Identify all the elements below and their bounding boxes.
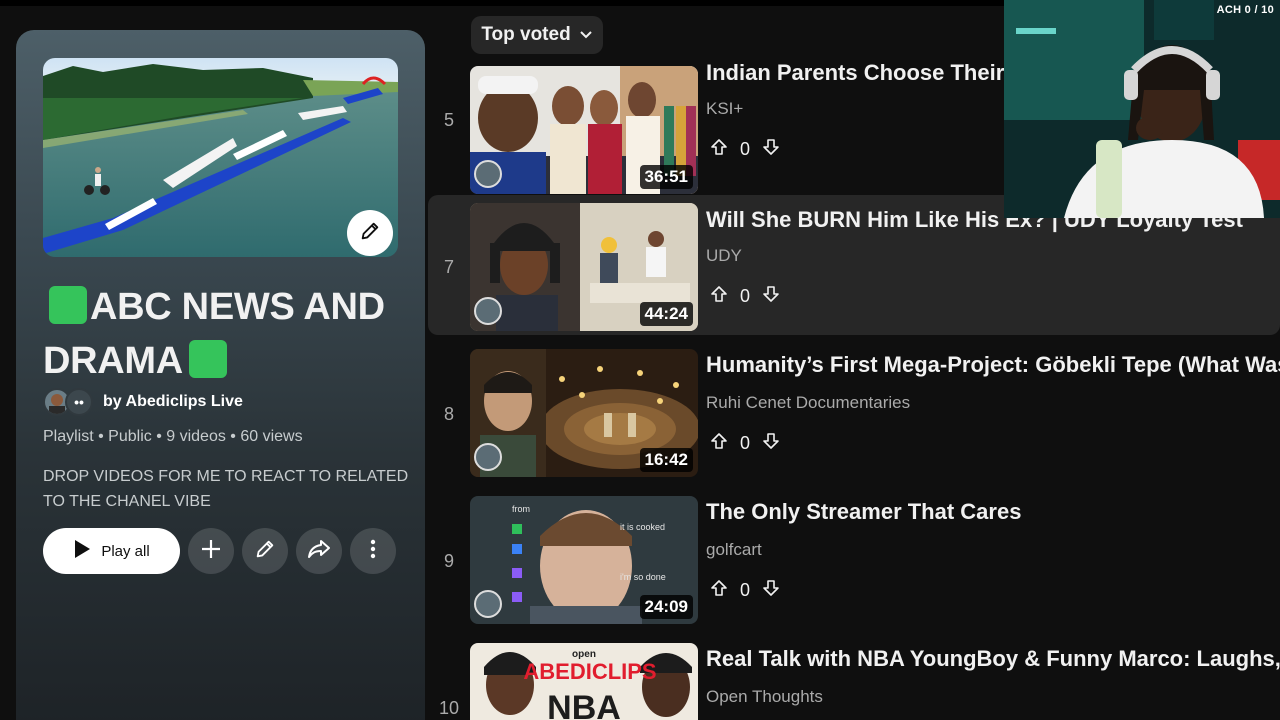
thumb-chat-text: it is cooked [620,522,665,532]
vote-count: 0 [740,433,751,453]
edit-playlist-button[interactable] [242,528,288,574]
video-thumbnail[interactable]: 36:51 [470,66,698,194]
video-thumbnail[interactable]: 44:24 [470,203,698,331]
upvote-icon[interactable] [710,138,728,161]
achievement-counter: ACH 0 / 10 [1216,4,1274,16]
video-channel[interactable]: UDY [706,246,742,266]
downvote-icon[interactable] [762,285,780,308]
vote-controls: 0 [710,432,780,455]
video-channel[interactable]: Open Thoughts [706,687,823,707]
video-thumbnail[interactable]: open ABEDICLIPS NBA [470,643,698,720]
video-duration: 24:09 [639,595,693,619]
playlist-cover-image[interactable] [43,58,398,257]
video-channel[interactable]: KSI+ [706,99,743,119]
video-duration: 36:51 [639,165,693,189]
vote-controls: 0 [710,579,780,602]
play-icon [73,539,91,563]
playlist-actions: Play all [43,528,396,574]
playlist-description: DROP VIDEOS FOR ME TO REACT TO RELATED T… [43,468,409,510]
video-thumbnail[interactable]: 16:42 [470,349,698,477]
green-square-emoji [188,340,227,378]
video-channel[interactable]: Ruhi Cenet Documentaries [706,393,910,413]
thumb-chat-text: i'm so done [620,572,666,582]
video-duration: 16:42 [639,448,693,472]
downvote-icon[interactable] [762,432,780,455]
collaborators-avatar[interactable]: •• [65,388,93,416]
video-duration: 44:24 [639,302,693,326]
plus-icon [200,538,222,565]
play-all-label: Play all [101,542,150,560]
vertical-dots-icon [370,539,376,564]
vote-count: 0 [740,580,751,600]
thumb-nba-text: NBA [547,689,621,720]
thumb-chat-text: from [512,504,530,514]
playlist-title-line1: ABC NEWS AND [90,286,385,328]
share-icon [307,538,331,565]
sort-dropdown[interactable]: Top voted [471,16,603,54]
playlist-title-line2: DRAMA [43,340,183,382]
webcam-overlay: ACH 0 / 10 [1004,0,1280,218]
video-title[interactable]: The Only Streamer That Cares [706,499,1021,525]
video-index: 5 [443,110,454,130]
video-index: 10 [438,698,460,718]
playlist-title: ABC NEWS AND DRAMA [43,280,413,388]
video-channel[interactable]: golfcart [706,540,762,560]
upvote-icon[interactable] [710,432,728,455]
vote-count: 0 [740,286,751,306]
upvote-icon[interactable] [710,285,728,308]
sort-label: Top voted [481,24,571,45]
video-thumbnail[interactable]: from it is cooked i'm so done 24:09 [470,496,698,624]
channel-avatar [474,160,502,188]
upvote-icon[interactable] [710,579,728,602]
video-index: 9 [443,551,454,571]
channel-avatar [474,590,502,618]
video-index: 8 [443,404,454,424]
more-options-button[interactable] [350,528,396,574]
more-dots-icon: •• [74,394,84,410]
video-title[interactable]: Humanity’s First Mega-Project: Göbekli T… [706,352,1280,378]
vote-controls: 0 [710,138,780,161]
playlist-meta: Playlist • Public • 9 videos • 60 views [43,428,303,445]
share-button[interactable] [296,528,342,574]
green-square-emoji [49,286,87,324]
video-row[interactable]: 9 from it is cooked i'm so done 24:09 Th… [428,489,1280,629]
thumb-brand-text: ABEDICLIPS [523,659,656,684]
video-row[interactable]: 8 16:42 Humanity’s First Mega-Project: G… [428,342,1280,482]
owner-name[interactable]: by Abediclips Live [103,393,243,411]
chevron-down-icon [579,24,593,46]
video-title[interactable]: Indian Parents Choose Their I [706,60,1017,86]
video-title[interactable]: Real Talk with NBA YoungBoy & Funny Marc… [706,646,1280,672]
vote-controls: 0 [710,285,780,308]
edit-cover-button[interactable] [347,210,393,256]
pencil-icon [254,538,276,565]
downvote-icon[interactable] [762,579,780,602]
play-all-button[interactable]: Play all [43,528,180,574]
playlist-owner[interactable]: •• by Abediclips Live [43,388,243,416]
pencil-icon [359,220,381,247]
channel-avatar [474,443,502,471]
vote-count: 0 [740,139,751,159]
video-index: 7 [443,257,454,277]
add-video-button[interactable] [188,528,234,574]
playlist-header-panel: ABC NEWS AND DRAMA •• by Abediclips Live… [16,30,425,720]
video-row[interactable]: 10 open ABEDICLIPS NBA Real Talk with NB… [428,636,1280,720]
channel-avatar [474,297,502,325]
downvote-icon[interactable] [762,138,780,161]
